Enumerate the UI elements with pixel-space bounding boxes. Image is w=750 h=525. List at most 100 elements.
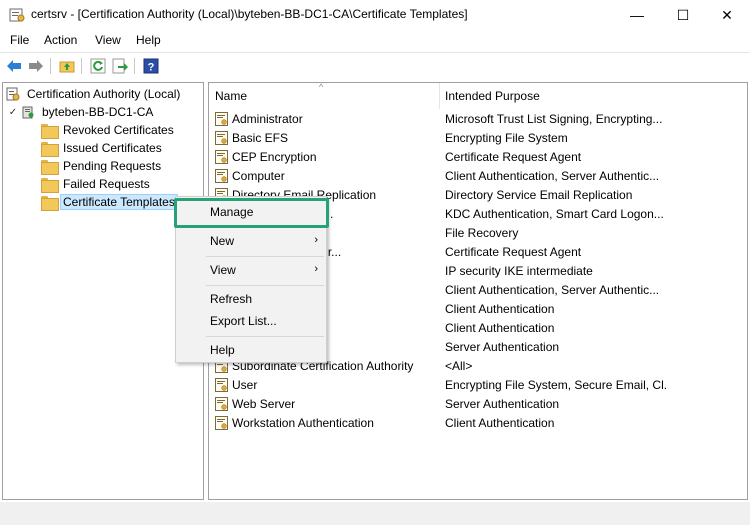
context-menu-export-list-label: Export List...	[210, 314, 277, 328]
menu-view[interactable]: View	[95, 33, 121, 47]
template-name-cell: Computer	[215, 166, 439, 185]
tree-root[interactable]: Certification Authority (Local)	[6, 85, 183, 103]
export-icon[interactable]	[110, 57, 130, 75]
template-purpose-cell: Encrypting File System	[445, 130, 568, 145]
status-bar	[0, 502, 750, 525]
template-name: Web Server	[232, 396, 296, 411]
template-purpose-cell: Server Authentication	[445, 396, 560, 411]
menu-bar: File Action View Help	[0, 30, 750, 51]
context-menu-refresh[interactable]: Refresh	[176, 288, 326, 310]
template-row[interactable]: CEP Encryption Certificate Request Agent	[209, 147, 747, 166]
template-purpose-cell: Certificate Request Agent	[445, 149, 582, 164]
column-header-name[interactable]: Name ^	[209, 82, 439, 109]
template-purpose-cell: Client Authentication, Server Authentic.…	[445, 282, 660, 297]
minimize-button[interactable]: —	[614, 0, 660, 30]
folder-icon	[41, 195, 59, 211]
tree-item-failed[interactable]: Failed Requests	[41, 175, 153, 193]
folder-icon	[41, 159, 59, 175]
highlight-annotation	[174, 198, 329, 228]
certificate-template-icon	[215, 396, 228, 411]
template-purpose-cell: IP security IKE intermediate	[445, 263, 593, 278]
template-purpose-cell: Client Authentication, Server Authentic.…	[445, 168, 660, 183]
context-menu-view-label: View	[210, 263, 236, 277]
certificate-template-icon	[215, 111, 228, 126]
context-menu-view[interactable]: View ›	[176, 259, 326, 281]
close-button[interactable]: ✕	[704, 0, 750, 30]
template-name-cell: Administrator	[215, 109, 439, 128]
template-purpose-cell: File Recovery	[445, 225, 519, 240]
column-header-purpose-label: Intended Purpose	[445, 89, 540, 103]
title-bar: certsrv - [Certification Authority (Loca…	[0, 0, 750, 30]
template-row[interactable]: Administrator Microsoft Trust List Signin…	[209, 109, 747, 128]
up-folder-icon[interactable]	[57, 57, 77, 75]
help-icon[interactable]: ?	[141, 57, 161, 75]
window-title: certsrv - [Certification Authority (Loca…	[31, 7, 468, 21]
tree-ca-label: byteben-BB-DC1-CA	[42, 105, 154, 119]
tree-root-label: Certification Authority (Local)	[27, 87, 181, 101]
certsrv-app-icon	[9, 8, 25, 22]
ca-icon	[6, 87, 20, 101]
template-purpose-cell: <All>	[445, 358, 473, 373]
template-purpose-cell: Server Authentication	[445, 339, 560, 354]
template-purpose-cell: Encrypting File System, Secure Email, Cl…	[445, 377, 667, 392]
template-purpose-cell: KDC Authentication, Smart Card Logon...	[445, 206, 664, 221]
template-row[interactable]: Web Server Server Authentication	[209, 394, 747, 413]
context-menu-new-label: New	[210, 234, 235, 248]
tree-item-label: Certificate Templates	[60, 194, 178, 210]
certificate-template-icon	[215, 168, 228, 183]
column-header-name-label: Name	[215, 89, 248, 103]
certificate-template-icon	[215, 130, 228, 145]
template-name: User	[232, 377, 258, 392]
template-name-cell: CEP Encryption	[215, 147, 439, 166]
context-menu-new[interactable]: New ›	[176, 230, 326, 252]
template-purpose-cell: Directory Service Email Replication	[445, 187, 633, 202]
tree-item-revoked[interactable]: Revoked Certificates	[41, 121, 177, 139]
template-purpose-cell: Client Authentication	[445, 415, 555, 430]
template-name: Workstation Authentication	[232, 415, 374, 430]
tree-item-issued[interactable]: Issued Certificates	[41, 139, 165, 157]
tree-ca[interactable]: ✓ byteben-BB-DC1-CA	[8, 103, 156, 121]
template-row[interactable]: Basic EFS Encrypting File System	[209, 128, 747, 147]
back-arrow-icon[interactable]	[4, 57, 24, 75]
template-name-cell: User	[215, 375, 439, 394]
template-name: Administrator	[232, 111, 303, 126]
template-purpose-cell: Client Authentication	[445, 301, 555, 316]
template-purpose-cell: Certificate Request Agent	[445, 244, 582, 259]
help-glyph: ?	[148, 62, 155, 74]
forward-arrow-icon[interactable]	[26, 57, 46, 75]
folder-icon	[41, 123, 59, 139]
template-name: CEP Encryption	[232, 149, 317, 164]
certificate-template-icon	[215, 415, 228, 430]
certificate-template-icon	[215, 377, 228, 392]
template-name-cell: Web Server	[215, 394, 439, 413]
context-menu-help[interactable]: Help	[176, 339, 326, 361]
submenu-arrow-icon: ›	[314, 263, 318, 275]
folder-icon	[41, 177, 59, 193]
tree-item-certificate-templates[interactable]: Certificate Templates	[41, 193, 178, 211]
template-name: Basic EFS	[232, 130, 289, 145]
template-name: Computer	[232, 168, 285, 183]
context-menu-refresh-label: Refresh	[210, 292, 253, 306]
tree-item-label: Pending Requests	[63, 159, 162, 173]
context-menu-help-label: Help	[210, 343, 235, 357]
template-purpose-cell: Microsoft Trust List Signing, Encrypting…	[445, 111, 663, 126]
template-name-cell: Workstation Authentication	[215, 413, 439, 432]
toolbar: ?	[0, 52, 750, 80]
menu-file[interactable]: File	[10, 33, 29, 47]
template-row[interactable]: Computer Client Authentication, Server Au…	[209, 166, 747, 185]
menu-help[interactable]: Help	[136, 33, 161, 47]
context-menu-export-list[interactable]: Export List...	[176, 310, 326, 332]
template-row[interactable]: Workstation Authentication Client Authent…	[209, 413, 747, 432]
tree-pane: Certification Authority (Local) ✓ bytebe…	[2, 82, 204, 500]
expand-toggle[interactable]: ✓	[8, 107, 18, 118]
ca-server-icon	[22, 106, 34, 119]
column-header-purpose[interactable]: Intended Purpose	[439, 83, 747, 109]
tree-item-pending[interactable]: Pending Requests	[41, 157, 164, 175]
folder-icon	[41, 141, 59, 157]
maximize-button[interactable]: ☐	[660, 0, 706, 30]
submenu-arrow-icon: ›	[314, 234, 318, 246]
tree-item-label: Issued Certificates	[63, 141, 162, 155]
template-row[interactable]: User Encrypting File System, Secure Email…	[209, 375, 747, 394]
menu-action[interactable]: Action	[44, 33, 77, 47]
refresh-icon[interactable]	[88, 57, 108, 75]
